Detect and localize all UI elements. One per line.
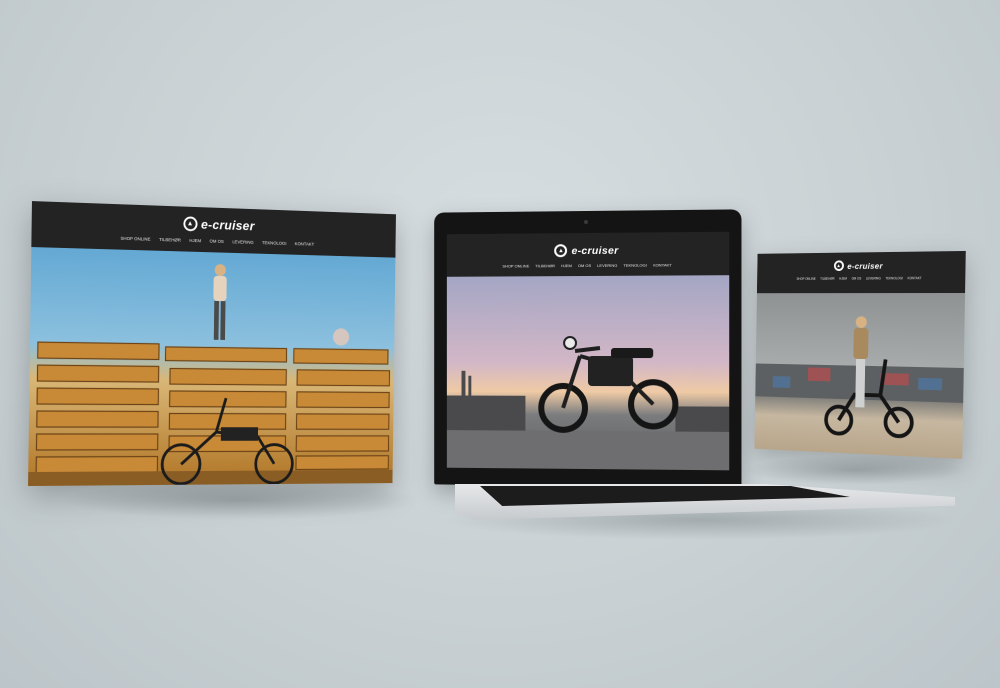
nav-shop-online[interactable]: SHOP ONLINE — [796, 277, 815, 281]
nav-teknologi[interactable]: TEKNOLOGI — [262, 240, 287, 246]
laptop-lid: ▲ e-cruiser SHOP ONLINE TILBEHØR HJEM OM… — [434, 209, 742, 488]
nav-hjem[interactable]: HJEM — [189, 238, 201, 243]
hero-photo-woman-on-pallets — [28, 247, 396, 487]
nav-kontakt[interactable]: KONTAKT — [653, 262, 672, 267]
nav-hjem[interactable]: HJEM — [561, 263, 572, 268]
main-nav: SHOP ONLINE TILBEHØR HJEM OM OS LEVERING… — [120, 236, 314, 247]
nav-om-os[interactable]: OM OS — [210, 239, 224, 244]
mountain-in-circle-icon: ▲ — [833, 260, 844, 272]
site-header: ▲ e-cruiser SHOP ONLINE TILBEHØR HJEM OM… — [446, 231, 730, 277]
nav-levering[interactable]: LEVERING — [597, 263, 617, 268]
nav-kontakt[interactable]: KONTAKT — [908, 276, 922, 280]
hero-photo-woman-on-ebike — [754, 292, 966, 459]
hero-illustration — [755, 316, 964, 459]
main-nav: SHOP ONLINE TILBEHØR HJEM OM OS LEVERING… — [502, 262, 671, 268]
mountain-in-circle-icon: ▲ — [183, 216, 198, 232]
nav-shop-online[interactable]: SHOP ONLINE — [120, 236, 150, 242]
hero-photo-ebike-sunset — [446, 275, 730, 471]
nav-hjem[interactable]: HJEM — [839, 277, 847, 281]
laptop-website-screen: ▲ e-cruiser SHOP ONLINE TILBEHØR HJEM OM… — [446, 231, 730, 471]
nav-teknologi[interactable]: TEKNOLOGI — [623, 263, 646, 268]
nav-om-os[interactable]: OM OS — [578, 263, 591, 268]
site-header: ▲ e-cruiser SHOP ONLINE TILBEHØR HJEM OM… — [756, 250, 966, 294]
nav-tilbehor[interactable]: TILBEHØR — [535, 263, 555, 268]
right-website-screen: ▲ e-cruiser SHOP ONLINE TILBEHØR HJEM OM… — [754, 250, 966, 459]
nav-levering[interactable]: LEVERING — [232, 239, 254, 244]
brand-name: e-cruiser — [571, 244, 619, 257]
left-website-screen: ▲ e-cruiser SHOP ONLINE TILBEHØR HJEM OM… — [28, 201, 396, 487]
nav-om-os[interactable]: OM OS — [851, 277, 861, 281]
site-logo[interactable]: ▲ e-cruiser — [183, 216, 255, 233]
nav-shop-online[interactable]: SHOP ONLINE — [502, 263, 529, 268]
hero-illustration — [446, 336, 730, 471]
site-logo[interactable]: ▲ e-cruiser — [833, 260, 883, 272]
nav-kontakt[interactable]: KONTAKT — [295, 241, 314, 246]
right-screen-shadow — [745, 455, 965, 485]
main-nav: SHOP ONLINE TILBEHØR HJEM OM OS LEVERING… — [796, 276, 921, 281]
webcam-icon — [584, 219, 588, 225]
hero-illustration — [28, 264, 393, 487]
nav-tilbehor[interactable]: TILBEHØR — [820, 277, 834, 281]
nav-teknologi[interactable]: TEKNOLOGI — [885, 276, 903, 280]
site-logo[interactable]: ▲ e-cruiser — [554, 244, 619, 258]
nav-levering[interactable]: LEVERING — [866, 276, 881, 280]
brand-name: e-cruiser — [847, 260, 883, 271]
mountain-in-circle-icon: ▲ — [554, 244, 568, 258]
brand-name: e-cruiser — [200, 216, 255, 234]
nav-tilbehor[interactable]: TILBEHØR — [159, 237, 181, 243]
left-screen-shadow — [60, 480, 420, 520]
